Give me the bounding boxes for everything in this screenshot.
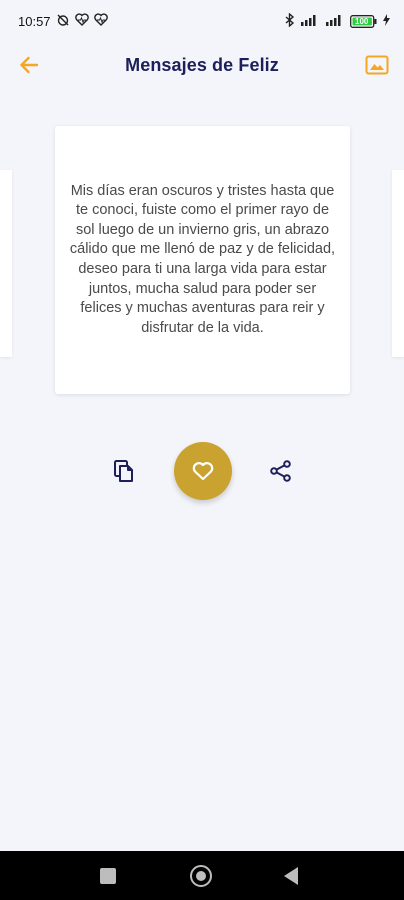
previous-card-peek[interactable] xyxy=(0,170,12,357)
home-icon xyxy=(196,871,206,881)
heart-pulse-icon-2 xyxy=(93,13,108,29)
app-bar: Mensajes de Feliz xyxy=(0,42,404,88)
image-icon xyxy=(365,55,389,75)
arrow-left-icon xyxy=(20,56,39,74)
bluetooth-icon xyxy=(285,11,295,30)
status-time: 10:57 xyxy=(18,13,51,29)
signal-icon xyxy=(300,14,320,29)
next-card-peek[interactable] xyxy=(392,170,404,357)
charging-icon xyxy=(383,13,390,29)
heart-pulse-icon xyxy=(74,13,89,29)
status-right: 100 xyxy=(285,11,390,30)
favorite-button[interactable] xyxy=(174,442,232,500)
page-title: Mensajes de Feliz xyxy=(125,54,279,75)
copy-button[interactable] xyxy=(110,457,138,485)
message-card[interactable]: Mis días eran oscuros y tristes hasta qu… xyxy=(55,126,350,394)
system-nav-bar xyxy=(0,851,404,900)
battery-level: 100 xyxy=(355,16,369,26)
recent-apps-button[interactable] xyxy=(100,868,116,884)
signal-icon-2 xyxy=(325,14,345,29)
copy-icon xyxy=(114,460,133,482)
image-button[interactable] xyxy=(360,50,394,80)
share-icon xyxy=(270,460,291,482)
screen: 10:57 100 Mensajes de Feliz Mis días era… xyxy=(0,0,404,900)
system-back-button[interactable] xyxy=(284,867,298,885)
alarm-off-icon xyxy=(56,13,70,30)
back-button[interactable] xyxy=(12,50,46,80)
share-button[interactable] xyxy=(267,457,295,485)
heart-icon xyxy=(192,462,214,481)
home-button[interactable] xyxy=(190,865,212,887)
status-bar: 10:57 100 xyxy=(0,0,404,42)
action-bar xyxy=(0,441,404,501)
battery-icon: 100 xyxy=(350,14,378,28)
status-left: 10:57 xyxy=(18,13,108,30)
message-text: Mis días eran oscuros y tristes hasta qu… xyxy=(69,182,336,336)
